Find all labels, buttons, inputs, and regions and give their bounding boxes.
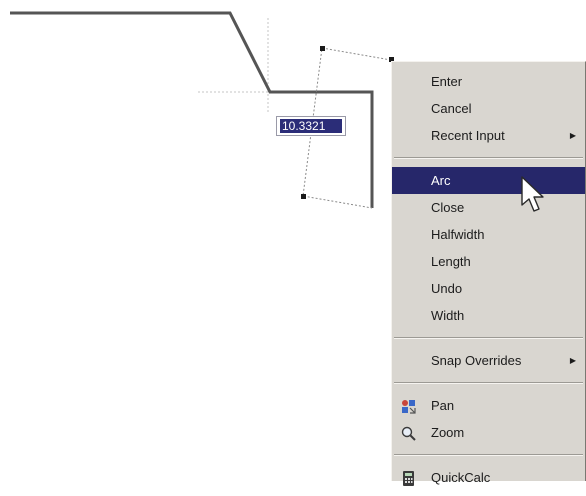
dynamic-input-value: 10.3321 — [280, 119, 342, 133]
menu-item-label: Length — [431, 254, 471, 269]
menu-item-length[interactable]: Length — [392, 248, 585, 275]
dynamic-input-field[interactable]: 10.3321 — [276, 116, 346, 136]
submenu-arrow-icon: ▶ — [569, 131, 576, 140]
menu-separator — [394, 337, 583, 339]
menu-separator — [394, 157, 583, 159]
menu-item-recent-input[interactable]: Recent Input ▶ — [392, 122, 585, 149]
menu-item-label: Width — [431, 308, 465, 323]
submenu-arrow-icon: ▶ — [569, 356, 576, 365]
menu-item-snap-overrides[interactable]: Snap Overrides ▶ — [392, 347, 585, 374]
menu-item-arc[interactable]: Arc — [392, 167, 585, 194]
grip-point[interactable] — [301, 194, 306, 199]
menu-item-label: Pan — [431, 398, 455, 413]
menu-item-width[interactable]: Width — [392, 302, 585, 329]
grip-point[interactable] — [320, 46, 325, 51]
menu-item-label: Halfwidth — [431, 227, 485, 242]
menu-item-halfwidth[interactable]: Halfwidth — [392, 221, 585, 248]
pan-icon — [400, 397, 417, 414]
menu-item-label: Close — [431, 200, 465, 215]
menu-item-zoom[interactable]: Zoom — [392, 419, 585, 446]
calculator-icon — [400, 469, 417, 486]
menu-item-label: Undo — [431, 281, 463, 296]
menu-item-label: Enter — [431, 74, 463, 89]
menu-item-pan[interactable]: Pan — [392, 392, 585, 419]
menu-item-label: QuickCalc — [431, 470, 491, 485]
menu-separator — [394, 454, 583, 456]
context-menu[interactable]: Enter Cancel Recent Input ▶ Arc Close Halfwidt… — [391, 61, 586, 486]
menu-item-label: Recent Input — [431, 128, 505, 143]
polyline[interactable] — [10, 11, 374, 208]
menu-item-enter[interactable]: Enter — [392, 68, 585, 95]
menu-separator — [394, 382, 583, 384]
menu-item-quickcalc[interactable]: QuickCalc — [392, 464, 585, 491]
menu-item-undo[interactable]: Undo — [392, 275, 585, 302]
menu-item-label: Zoom — [431, 425, 465, 440]
menu-item-cancel[interactable]: Cancel — [392, 95, 585, 122]
mouse-pointer-icon — [521, 176, 544, 212]
menu-item-label: Arc — [431, 173, 451, 188]
menu-item-label: Cancel — [431, 101, 472, 116]
menu-item-close[interactable]: Close — [392, 194, 585, 221]
zoom-icon — [400, 424, 417, 441]
menu-item-label: Snap Overrides — [431, 353, 522, 368]
